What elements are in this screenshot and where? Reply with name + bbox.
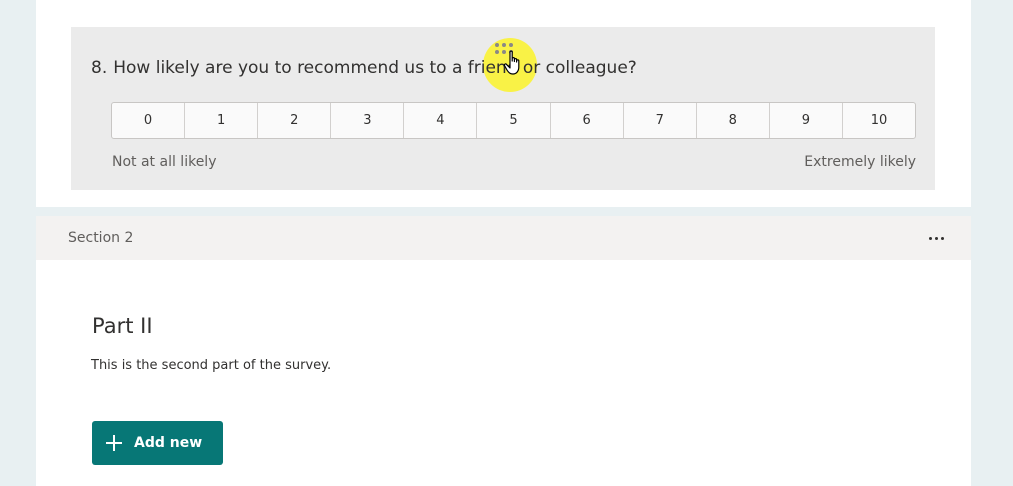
scale-option-4[interactable]: 4 [404, 103, 478, 138]
section-body: Part II This is the second part of the s… [36, 260, 971, 486]
question-title: 8. How likely are you to recommend us to … [91, 58, 637, 78]
hand-pointer-icon [503, 50, 520, 75]
more-options-icon[interactable] [927, 231, 945, 245]
scale-option-8[interactable]: 8 [697, 103, 770, 138]
scale-option-1[interactable]: 1 [185, 103, 259, 138]
scale-option-3[interactable]: 3 [331, 103, 405, 138]
question-text: How likely are you to recommend us to a … [113, 58, 637, 78]
section-header: Section 2 [36, 216, 971, 260]
scale-option-5[interactable]: 5 [477, 103, 551, 138]
scale-high-label: Extremely likely [804, 154, 916, 170]
scale-option-9[interactable]: 9 [770, 103, 843, 138]
question-number: 8. [91, 58, 108, 78]
section-description[interactable]: This is the second part of the survey. [91, 358, 331, 373]
scale-option-2[interactable]: 2 [258, 103, 332, 138]
section-title[interactable]: Part II [92, 314, 153, 338]
question-card: 8. How likely are you to recommend us to … [36, 0, 971, 207]
add-new-label: Add new [134, 435, 203, 451]
scale-option-10[interactable]: 10 [843, 103, 915, 138]
rating-scale: 0 1 2 3 4 5 6 7 8 9 10 [111, 102, 916, 139]
plus-icon [106, 435, 122, 451]
scale-low-label: Not at all likely [112, 154, 217, 170]
scale-option-7[interactable]: 7 [624, 103, 697, 138]
section-label: Section 2 [68, 230, 134, 246]
scale-option-6[interactable]: 6 [551, 103, 624, 138]
scale-option-0[interactable]: 0 [112, 103, 186, 138]
add-new-button[interactable]: Add new [92, 421, 223, 465]
nps-question[interactable]: 8. How likely are you to recommend us to … [71, 27, 935, 190]
